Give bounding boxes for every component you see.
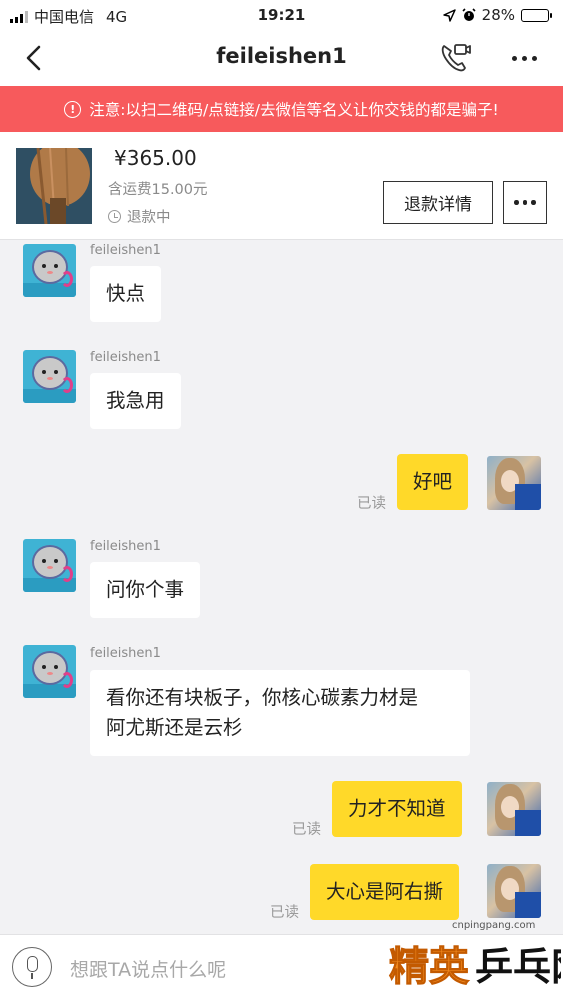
warning-text: 注意:以扫二维码/点链接/去微信等名义让你交钱的都是骗子! — [89, 101, 499, 119]
my-avatar[interactable] — [487, 782, 541, 836]
sender-name: feileishen1 — [90, 646, 161, 661]
message-input[interactable]: 想跟TA说点什么呢 — [70, 955, 226, 982]
product-price: ¥365.00 — [114, 146, 197, 170]
info-icon: ! — [64, 100, 82, 118]
shipping-fee: 含运费15.00元 — [108, 182, 208, 198]
sender-name: feileishen1 — [90, 350, 161, 365]
contact-avatar[interactable] — [23, 350, 76, 403]
location-icon — [442, 8, 456, 22]
sender-name: feileishen1 — [90, 243, 161, 258]
status-right: 28% — [442, 6, 552, 24]
nav-bar: feileishen1 — [0, 30, 563, 86]
paddle-image — [16, 148, 92, 224]
sender-name: feileishen1 — [90, 539, 161, 554]
read-receipt: 已读 — [357, 496, 386, 512]
alarm-icon — [462, 8, 476, 21]
message-bubble[interactable]: 快点 — [90, 266, 162, 322]
watermark-logo: 精英 乒乓网 — [384, 938, 561, 990]
battery-icon — [521, 8, 552, 22]
message-bubble[interactable]: 问你个事 — [90, 562, 201, 618]
message-bubble[interactable]: 看你还有块板子，你核心碳素力材是 阿尤斯还是云杉 — [90, 670, 470, 756]
battery-percent: 28% — [481, 6, 515, 24]
product-card[interactable]: ¥365.00 含运费15.00元 退款中 退款详情 — [0, 132, 563, 240]
contact-avatar[interactable] — [23, 645, 76, 698]
contact-avatar[interactable] — [23, 244, 76, 297]
status-bar: 中国电信 4G 19:21 28% — [0, 0, 563, 30]
contact-avatar[interactable] — [23, 539, 76, 592]
my-message-bubble[interactable]: 好吧 — [397, 454, 469, 510]
my-avatar[interactable] — [487, 864, 541, 918]
clock-icon — [108, 210, 121, 223]
more-options-icon[interactable] — [512, 56, 537, 61]
call-icon[interactable] — [438, 41, 472, 75]
watermark-url: cnpingpang.com — [452, 920, 536, 931]
read-receipt: 已读 — [292, 822, 321, 838]
refund-status-text: 退款中 — [127, 210, 171, 226]
my-message-bubble[interactable]: 力才不知道 — [332, 781, 462, 837]
my-message-bubble[interactable]: 大心是阿右撕 — [310, 864, 460, 920]
fraud-warning-banner: ! 注意:以扫二维码/点链接/去微信等名义让你交钱的都是骗子! — [0, 86, 563, 132]
microphone-icon[interactable] — [12, 947, 52, 987]
svg-text:精英: 精英 — [389, 944, 470, 990]
product-thumbnail[interactable] — [16, 148, 92, 224]
my-avatar[interactable] — [487, 456, 541, 510]
refund-details-button[interactable]: 退款详情 — [383, 181, 493, 224]
svg-text:乒乓网: 乒乓网 — [475, 945, 561, 989]
chat-area[interactable]: feileishen1 快点 feileishen1 我急用 已读 好吧 fei… — [0, 240, 563, 934]
chat-title: feileishen1 — [216, 44, 347, 68]
read-receipt: 已读 — [270, 905, 299, 921]
message-bubble[interactable]: 我急用 — [90, 373, 181, 429]
product-more-button[interactable] — [503, 181, 547, 224]
refund-status: 退款中 — [108, 206, 171, 227]
